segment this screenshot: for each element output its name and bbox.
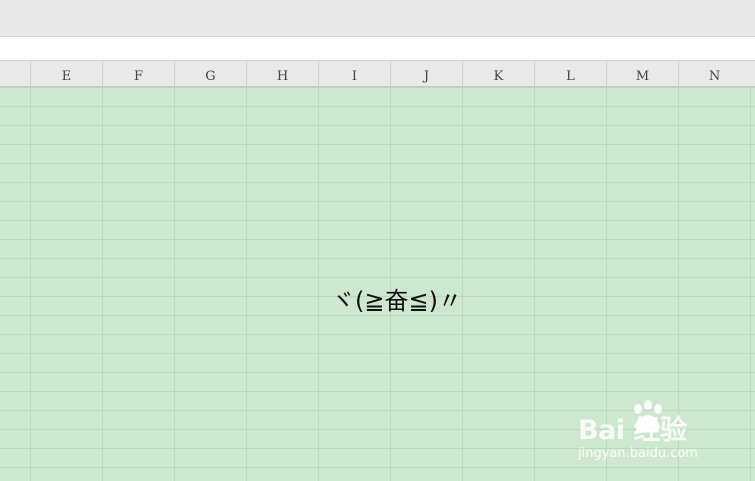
column-header-k[interactable]: K — [462, 61, 534, 86]
column-header-f[interactable]: F — [102, 61, 174, 86]
cell-content[interactable]: ヾ(≧奋≦)〃 — [331, 281, 462, 316]
column-header-l[interactable]: L — [534, 61, 606, 86]
column-header-e[interactable]: E — [30, 61, 102, 86]
baidu-jingyan-watermark: Bai 经验 jingyan.baidu.com — [578, 398, 728, 468]
paw-icon — [634, 400, 662, 433]
column-header-h[interactable]: H — [246, 61, 318, 86]
column-header-n[interactable]: N — [678, 61, 750, 86]
column-header-j[interactable]: J — [390, 61, 462, 86]
column-header-i[interactable]: I — [318, 61, 390, 86]
watermark-url: jingyan.baidu.com — [578, 446, 698, 461]
column-header-g[interactable]: G — [174, 61, 246, 86]
ribbon-toolbar — [0, 0, 755, 37]
column-header-m[interactable]: M — [606, 61, 678, 86]
formula-bar[interactable] — [0, 37, 755, 61]
column-header-row: E F G H I J K L M N — [0, 61, 755, 87]
